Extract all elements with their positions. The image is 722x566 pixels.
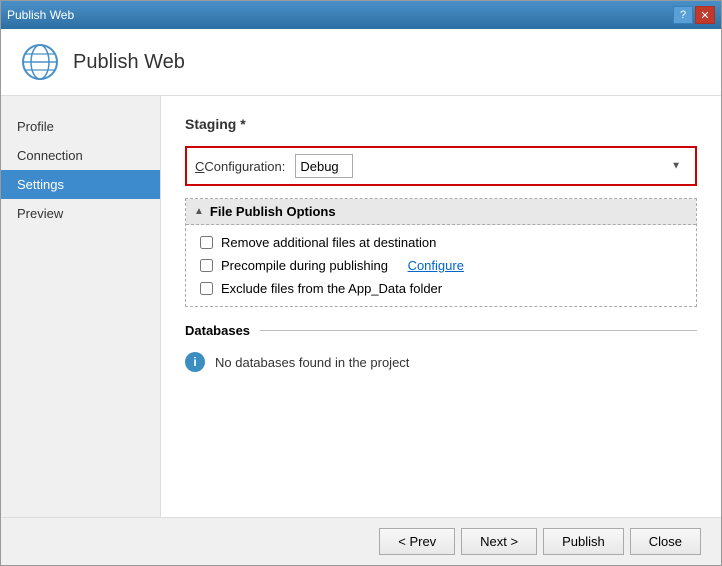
publish-button[interactable]: Publish	[543, 528, 624, 555]
sidebar: Profile Connection Settings Preview	[1, 96, 161, 517]
sidebar-item-settings[interactable]: Settings	[1, 170, 160, 199]
databases-section: Databases i No databases found in the pr…	[185, 323, 697, 372]
publish-web-dialog: Publish Web ? ✕ Publish Web Profile Conn…	[0, 0, 722, 566]
title-bar-text: Publish Web	[7, 8, 74, 22]
title-bar: Publish Web ? ✕	[1, 1, 721, 29]
config-label: CConfiguration:	[195, 159, 285, 174]
remove-additional-checkbox[interactable]	[200, 236, 213, 249]
info-message: No databases found in the project	[215, 355, 409, 370]
help-button[interactable]: ?	[673, 6, 693, 24]
file-publish-header[interactable]: ▲ File Publish Options	[186, 199, 696, 225]
close-button[interactable]: Close	[630, 528, 701, 555]
remove-additional-label: Remove additional files at destination	[221, 235, 436, 250]
window-title: Publish Web	[7, 8, 74, 22]
globe-icon	[21, 43, 59, 81]
configuration-select[interactable]: Debug Release	[295, 154, 353, 178]
sidebar-item-preview[interactable]: Preview	[1, 199, 160, 228]
title-bar-controls: ? ✕	[673, 6, 715, 24]
info-icon: i	[185, 352, 205, 372]
sidebar-item-connection[interactable]: Connection	[1, 141, 160, 170]
select-arrow-icon: ▼	[671, 161, 681, 172]
info-row: i No databases found in the project	[185, 352, 697, 372]
exclude-app-data-checkbox[interactable]	[200, 282, 213, 295]
file-publish-section: ▲ File Publish Options Remove additional…	[185, 198, 697, 307]
next-button[interactable]: Next >	[461, 528, 537, 555]
configure-link[interactable]: Configure	[408, 258, 464, 273]
section-title: Staging *	[185, 116, 697, 132]
header-area: Publish Web	[1, 29, 721, 96]
precompile-row: Precompile during publishing Configure	[200, 258, 682, 273]
prev-button[interactable]: < Prev	[379, 528, 455, 555]
content-area: Profile Connection Settings Preview Stag…	[1, 96, 721, 517]
collapse-arrow-icon: ▲	[194, 206, 204, 217]
remove-additional-row: Remove additional files at destination	[200, 235, 682, 250]
databases-label: Databases	[185, 323, 250, 338]
divider-line	[260, 330, 697, 331]
configuration-row: CConfiguration: Debug Release ▼	[185, 146, 697, 186]
footer: < Prev Next > Publish Close	[1, 517, 721, 565]
window-close-button[interactable]: ✕	[695, 6, 715, 24]
file-publish-body: Remove additional files at destination P…	[186, 225, 696, 306]
exclude-app-data-row: Exclude files from the App_Data folder	[200, 281, 682, 296]
header-title: Publish Web	[73, 51, 185, 74]
databases-header: Databases	[185, 323, 697, 338]
precompile-checkbox[interactable]	[200, 259, 213, 272]
sidebar-item-profile[interactable]: Profile	[1, 112, 160, 141]
precompile-label: Precompile during publishing	[221, 258, 388, 273]
file-publish-title: File Publish Options	[210, 204, 336, 219]
config-select-wrapper: Debug Release ▼	[295, 154, 687, 178]
exclude-app-data-label: Exclude files from the App_Data folder	[221, 281, 442, 296]
main-content: Staging * CConfiguration: Debug Release …	[161, 96, 721, 517]
